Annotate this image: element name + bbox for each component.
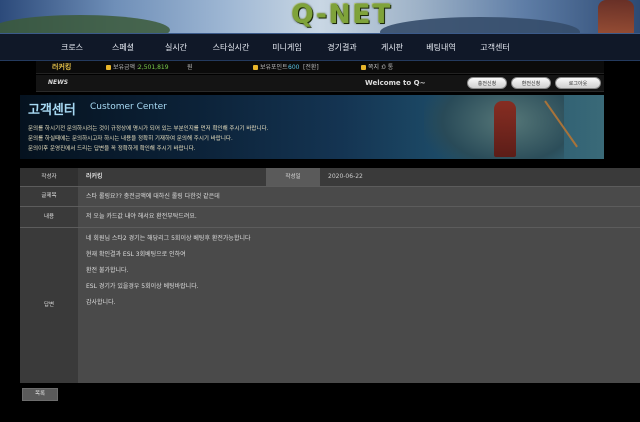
- money-unit: 원: [187, 64, 193, 71]
- nav-item-bet-history[interactable]: 베팅내역: [414, 34, 468, 62]
- message-label[interactable]: 쪽지 :: [361, 61, 383, 74]
- answer-line: 환전 불가합니다.: [86, 267, 129, 274]
- answer-body: 네 회원님 스타2 경기는 해당리그 5회이상 베팅후 환전가능합니다 현재 확…: [86, 231, 251, 311]
- content-value: 저 오늘 카드값 내야 해서요 환전부탁드려요.: [86, 213, 197, 220]
- answer-label: 답변: [20, 228, 78, 383]
- point-value: 600: [288, 64, 300, 71]
- welcome-ticker: Welcome to Q~: [365, 79, 426, 87]
- content-row: 내용 저 오늘 카드값 내야 해서요 환전부탁드려요.: [20, 207, 640, 227]
- main-nav: 크로스 스페셜 실시간 스타실시간 미니게임 경기결과 게시판 베팅내역 고객센…: [0, 33, 640, 61]
- coin-icon: [106, 65, 111, 70]
- answer-line: ESL 경기가 있을경우 5회이상 베팅바랍니다.: [86, 283, 199, 290]
- nav-item-results[interactable]: 경기결과: [314, 34, 370, 62]
- banner-art: [380, 17, 580, 33]
- money-value: 2,501,819: [138, 64, 169, 71]
- deposit-request-button[interactable]: 충전신청: [467, 77, 507, 89]
- logout-button[interactable]: 로그아웃: [555, 77, 601, 89]
- money-label: 보유금액 :: [106, 61, 139, 74]
- message-count[interactable]: 0 통: [382, 61, 393, 74]
- page-title: 고객센터: [28, 103, 76, 118]
- banner-art: [598, 0, 634, 33]
- nav-item-minigame[interactable]: 미니게임: [260, 34, 314, 62]
- site-logo[interactable]: Q-NET: [284, 0, 400, 30]
- envelope-icon: [361, 65, 366, 70]
- customer-center-header: 고객센터 Customer Center 문의를 하시기전 문의하시려는 것이 …: [20, 95, 604, 159]
- date-value: 2020-06-22: [328, 173, 363, 180]
- answer-line: 현재 확인결과 ESL 3회베팅으로 인하여: [86, 251, 186, 258]
- point-convert-link[interactable]: [전환]: [303, 61, 319, 74]
- user-info-bar: 러커킹 보유금액 : 2,501,819 원 보유포인트 : 600 [전환] …: [36, 61, 604, 74]
- nav-item-star-live[interactable]: 스타실시간: [202, 34, 260, 62]
- banner-art: [0, 15, 170, 33]
- subject-value: 스타 롤링요?? 충전금액에 대하신 롤링 다한것 같은데: [86, 193, 220, 200]
- nav-item-customer-center[interactable]: 고객센터: [468, 34, 522, 62]
- news-label: NEWS: [48, 79, 69, 86]
- list-button[interactable]: 목록: [22, 388, 58, 401]
- answer-line: 감사합니다.: [86, 299, 116, 306]
- top-banner: Q-NET: [0, 0, 640, 33]
- content-label: 내용: [20, 207, 78, 227]
- coin-icon: [253, 65, 258, 70]
- author-row: 작성자 러커킹 작성일 2020-06-22: [20, 168, 640, 186]
- notice-line: 문의이후 운영진에서 드리는 답변을 꼭 정확하게 확인해 주시기 바랍니다.: [28, 146, 196, 152]
- nav-item-special[interactable]: 스페셜: [96, 34, 150, 62]
- answer-row: 답변 네 회원님 스타2 경기는 해당리그 5회이상 베팅후 환전가능합니다 현…: [20, 228, 640, 383]
- username: 러커킹: [52, 63, 72, 71]
- header-art: [494, 101, 516, 157]
- notice-line: 문의를 하시기전 문의하시려는 것이 규정상에 명시가 되어 있는 부분인지를 …: [28, 126, 269, 132]
- author-value: 러커킹: [86, 173, 103, 180]
- withdraw-request-button[interactable]: 환전신청: [511, 77, 551, 89]
- point-label: 보유포인트 :: [253, 61, 292, 74]
- inquiry-detail-table: 작성자 러커킹 작성일 2020-06-22 글제목 스타 롤링요?? 충전금액…: [20, 168, 640, 383]
- answer-line: 네 회원님 스타2 경기는 해당리그 5회이상 베팅후 환전가능합니다: [86, 235, 251, 242]
- subject-row: 글제목 스타 롤링요?? 충전금액에 대하신 롤링 다한것 같은데: [20, 187, 640, 206]
- page-subtitle: Customer Center: [90, 102, 167, 112]
- nav-item-cross[interactable]: 크로스: [48, 34, 96, 62]
- nav-item-board[interactable]: 게시판: [370, 34, 414, 62]
- nav-item-live[interactable]: 실시간: [150, 34, 202, 62]
- author-label: 작성자: [20, 168, 78, 186]
- notice-line: 문의를 하실때에는 문의하시고자 하시는 내용을 정확히 기재하여 문의해 주시…: [28, 136, 233, 142]
- news-bar: NEWS Welcome to Q~ 충전신청 환전신청 로그아웃: [36, 75, 604, 92]
- date-label: 작성일: [266, 168, 320, 186]
- subject-label: 글제목: [20, 187, 78, 206]
- page: Q-NET 크로스 스페셜 실시간 스타실시간 미니게임 경기결과 게시판 베팅…: [0, 0, 640, 422]
